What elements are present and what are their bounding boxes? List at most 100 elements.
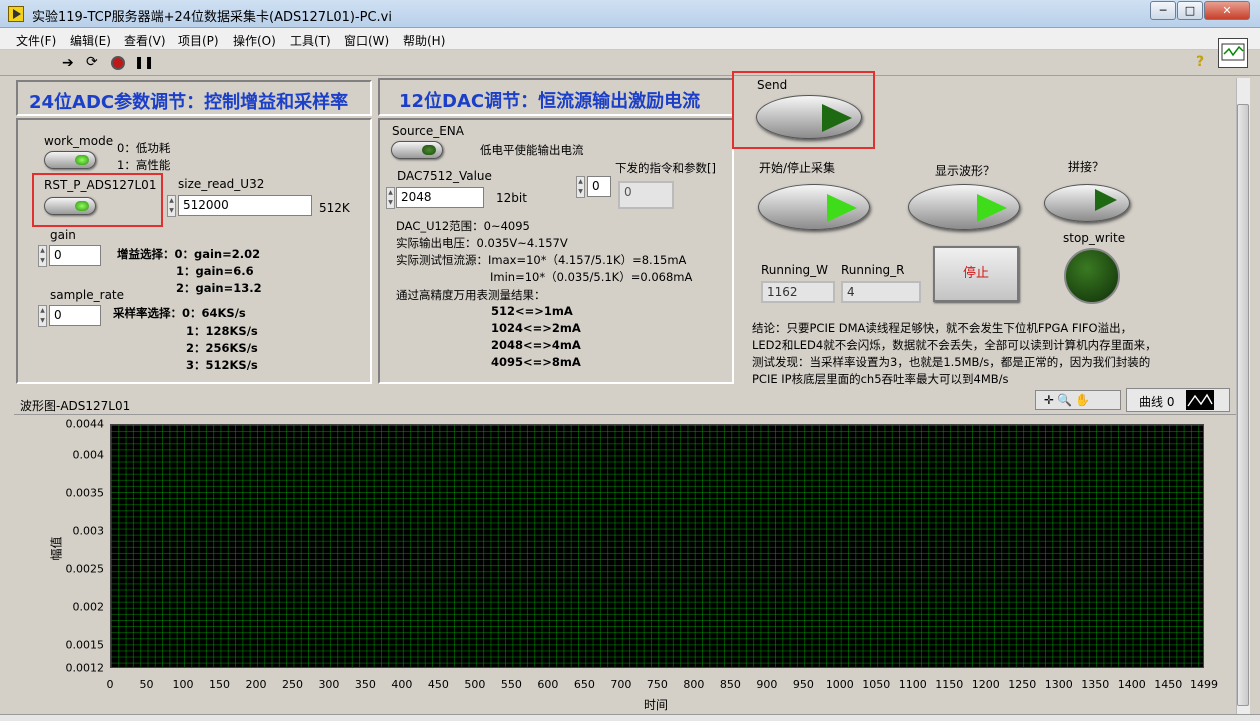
note-line-4: PCIE IP核底层里面的ch5吞吐率最大可以到4MB/s bbox=[752, 372, 1009, 386]
dac-section-title: 12位DAC调节：恒流源输出激励电流 bbox=[399, 91, 701, 112]
toolbar bbox=[0, 50, 1260, 76]
x-tick-label: 900 bbox=[756, 678, 778, 691]
send-label: Send bbox=[757, 78, 788, 92]
menu-window[interactable]: 窗口(W) bbox=[344, 32, 389, 49]
x-tick-label: 400 bbox=[391, 678, 413, 691]
start-stop-button[interactable] bbox=[758, 184, 870, 230]
running-r-display: 4 bbox=[841, 281, 921, 303]
note-line-1: 结论：只要PCIE DMA读线程足够快，就不会发生下位机FPGA FIFO溢出， bbox=[752, 321, 1133, 335]
cmd-index-input[interactable]: 0 bbox=[587, 176, 611, 197]
dac-meas-text: 通过高精度万用表测量结果： bbox=[396, 288, 546, 302]
maximize-button[interactable]: □ bbox=[1177, 1, 1203, 20]
run-continuous-icon[interactable]: ⟳ bbox=[86, 54, 98, 70]
stop-write-label: stop_write bbox=[1063, 231, 1126, 245]
run-arrow-icon[interactable]: ➔ bbox=[62, 55, 74, 71]
status-bar bbox=[0, 714, 1260, 721]
rate-option-3: 3：512KS/s bbox=[186, 358, 258, 372]
size-read-spinner[interactable]: ▲ ▼ bbox=[167, 195, 176, 217]
x-tick-label: 1350 bbox=[1081, 678, 1110, 691]
plot-area[interactable] bbox=[110, 424, 1204, 668]
rst-toggle[interactable] bbox=[44, 197, 96, 215]
x-tick-label: 1250 bbox=[1008, 678, 1037, 691]
size-read-label: size_read_U32 bbox=[178, 177, 265, 191]
source-desc-text: 低电平使能输出电流 bbox=[480, 143, 584, 157]
pause-icon[interactable]: ❚❚ bbox=[134, 55, 154, 69]
x-tick-label: 150 bbox=[208, 678, 230, 691]
abort-icon[interactable] bbox=[111, 56, 125, 70]
x-tick-label: 0 bbox=[106, 678, 114, 691]
minimize-button[interactable]: ─ bbox=[1150, 1, 1176, 20]
rate-select-text: 采样率选择：0：64KS/s bbox=[113, 306, 246, 320]
x-tick-label: 950 bbox=[792, 678, 814, 691]
size-unit-text: 512K bbox=[319, 201, 350, 215]
dac-value-input[interactable]: 2048 bbox=[396, 187, 484, 208]
work-mode-toggle[interactable] bbox=[44, 151, 96, 169]
show-wave-label: 显示波形？ bbox=[935, 164, 996, 178]
x-tick-label: 1300 bbox=[1044, 678, 1073, 691]
cmd-value-display: 0 bbox=[618, 181, 674, 209]
vi-connector-icon bbox=[1218, 38, 1248, 68]
cmd-index-spinner[interactable]: ▲ ▼ bbox=[576, 176, 585, 198]
x-tick-label: 650 bbox=[573, 678, 595, 691]
y-tick-label: 0.0035 bbox=[65, 486, 105, 500]
sample-rate-spinner[interactable]: ▲ ▼ bbox=[38, 305, 47, 327]
dac-current-text-1: 实际测试恒流源：Imax=10*（4.157/5.1K）=8.15mA bbox=[396, 253, 687, 267]
rate-option-1: 1：128KS/s bbox=[186, 324, 258, 338]
splice-label: 拼接？ bbox=[1068, 160, 1105, 174]
x-tick-label: 100 bbox=[172, 678, 194, 691]
menu-file[interactable]: 文件(F) bbox=[16, 32, 56, 49]
gain-option-1: 1：gain=6.6 bbox=[176, 264, 254, 278]
x-tick-label: 350 bbox=[354, 678, 376, 691]
menu-tools[interactable]: 工具(T) bbox=[290, 32, 331, 49]
splice-button[interactable] bbox=[1044, 184, 1130, 222]
gain-input[interactable]: 0 bbox=[49, 245, 101, 266]
y-tick-label: 0.0044 bbox=[65, 417, 105, 431]
show-wave-button[interactable] bbox=[908, 184, 1020, 230]
graph-title: 波形图-ADS127L01 bbox=[20, 399, 131, 413]
menu-help[interactable]: 帮助(H) bbox=[403, 32, 445, 49]
running-w-display: 1162 bbox=[761, 281, 835, 303]
menu-edit[interactable]: 编辑(E) bbox=[70, 32, 111, 49]
gain-spinner[interactable]: ▲ ▼ bbox=[38, 245, 47, 267]
mode1-text: 1：高性能 bbox=[117, 158, 171, 172]
x-tick-label: 50 bbox=[139, 678, 154, 691]
stop-write-led[interactable] bbox=[1064, 248, 1120, 304]
gain-option-2: 2：gain=13.2 bbox=[176, 281, 262, 295]
rst-label: RST_P_ADS127L01 bbox=[44, 178, 157, 192]
start-stop-label: 开始/停止采集 bbox=[759, 161, 836, 175]
note-line-3: 测试发现：当采样率设置为3，也就是1.5MB/s，都是正常的，因为我们封装的 bbox=[752, 355, 1151, 369]
stop-button[interactable]: 停止 bbox=[933, 246, 1019, 302]
help-icon[interactable]: ? bbox=[1196, 54, 1204, 70]
menu-project[interactable]: 项目(P) bbox=[178, 32, 219, 49]
sample-rate-input[interactable]: 0 bbox=[49, 305, 101, 326]
cmd-array-label: 下发的指令和参数[] bbox=[615, 161, 716, 175]
dac-value-spinner[interactable]: ▲ ▼ bbox=[386, 187, 395, 209]
source-ena-toggle[interactable] bbox=[391, 141, 443, 159]
running-w-label: Running_W bbox=[761, 263, 829, 277]
y-tick-label: 0.004 bbox=[72, 448, 105, 462]
x-tick-label: 250 bbox=[281, 678, 303, 691]
y-tick-label: 0.0012 bbox=[65, 661, 105, 675]
y-tick-label: 0.0025 bbox=[65, 562, 105, 576]
scrollbar-thumb[interactable] bbox=[1237, 104, 1249, 706]
x-tick-label: 750 bbox=[646, 678, 668, 691]
close-button[interactable]: ✕ bbox=[1204, 1, 1250, 20]
work-mode-label: work_mode bbox=[44, 134, 114, 148]
y-tick-label: 0.002 bbox=[72, 600, 105, 614]
x-tick-label: 200 bbox=[245, 678, 267, 691]
x-tick-label: 1050 bbox=[862, 678, 891, 691]
mode0-text: 0：低功耗 bbox=[117, 141, 171, 155]
legend-line-icon bbox=[1186, 390, 1214, 410]
meas-1: 512<=>1mA bbox=[491, 304, 573, 318]
x-tick-label: 600 bbox=[537, 678, 559, 691]
menu-operate[interactable]: 操作(O) bbox=[233, 32, 276, 49]
menu-view[interactable]: 查看(V) bbox=[124, 32, 166, 49]
size-read-input[interactable]: 512000 bbox=[178, 195, 312, 216]
send-button[interactable] bbox=[756, 95, 862, 139]
plot-legend[interactable]: 曲线 0 bbox=[1126, 388, 1230, 412]
labview-icon bbox=[8, 6, 24, 22]
graph-palette[interactable]: ✛🔍✋ bbox=[1035, 390, 1121, 410]
dac-range-text: DAC_U12范围：0~4095 bbox=[396, 219, 530, 233]
meas-4: 4095<=>8mA bbox=[491, 355, 581, 369]
note-line-2: LED2和LED4就不会闪烁，数据就不会丢失，全部可以读到计算机内存里面来， bbox=[752, 338, 1157, 352]
